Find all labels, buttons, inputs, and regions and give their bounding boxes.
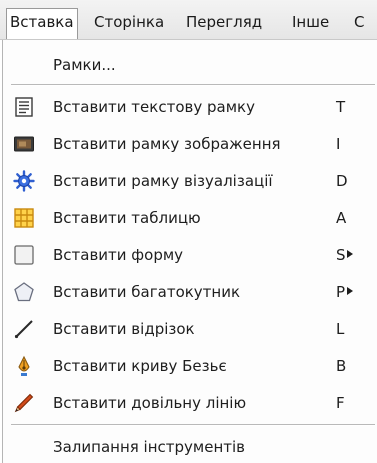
menu-bar: Вставка Сторінка Перегляд Інше С bbox=[0, 0, 377, 40]
render-frame-icon bbox=[13, 170, 35, 192]
submenu-arrow-icon bbox=[347, 250, 353, 258]
menu-item-label: Рамки... bbox=[53, 56, 116, 74]
menu-item-label: Вставити довільну лінію bbox=[53, 394, 247, 412]
menu-item-frames[interactable]: Рамки... bbox=[3, 48, 376, 82]
shortcut-key: A bbox=[336, 209, 347, 227]
menu-item-label: Вставити текстову рамку bbox=[53, 98, 255, 116]
shortcut-key: T bbox=[336, 98, 346, 116]
polygon-icon bbox=[13, 281, 35, 303]
menu-item-label: Вставити криву Безьє bbox=[53, 357, 227, 375]
table-icon bbox=[13, 207, 35, 229]
menu-item-insert-image-frame[interactable]: Вставити рамку зображення I bbox=[3, 127, 376, 161]
line-icon bbox=[13, 318, 35, 340]
menu-item-label: Вставити відрізок bbox=[53, 320, 195, 338]
menu-item-label: Вставити таблицю bbox=[53, 209, 201, 227]
menu-item-insert-table[interactable]: Вставити таблицю A bbox=[3, 201, 376, 235]
menu-item-sticky-tools[interactable]: Залипання інструментів bbox=[3, 430, 376, 463]
menu-item-insert-render-frame[interactable]: Вставити рамку візуалізації D bbox=[3, 164, 376, 198]
shape-icon bbox=[13, 244, 35, 266]
shortcut-key: P bbox=[336, 283, 346, 301]
shortcut-key: F bbox=[336, 394, 345, 412]
menu-truncated[interactable]: С bbox=[351, 9, 367, 37]
menu-other[interactable]: Інше bbox=[289, 9, 332, 37]
menu-item-label: Вставити рамку візуалізації bbox=[53, 172, 273, 190]
menu-item-insert-polygon[interactable]: Вставити багатокутник P bbox=[3, 275, 376, 309]
shortcut-key: L bbox=[336, 320, 345, 338]
pencil-icon bbox=[13, 392, 35, 414]
text-frame-icon bbox=[13, 96, 35, 118]
menu-item-label: Вставити форму bbox=[53, 246, 184, 264]
shortcut-key: I bbox=[336, 135, 341, 153]
menu-item-label: Вставити багатокутник bbox=[53, 283, 241, 301]
menu-item-label: Залипання інструментів bbox=[53, 438, 246, 456]
menu-view[interactable]: Перегляд bbox=[183, 9, 265, 37]
menu-item-insert-line[interactable]: Вставити відрізок L bbox=[3, 312, 376, 346]
image-frame-icon bbox=[13, 133, 35, 155]
shortcut-key: B bbox=[336, 357, 347, 375]
menu-item-insert-text-frame[interactable]: Вставити текстову рамку T bbox=[3, 90, 376, 124]
shortcut-key: S bbox=[336, 246, 346, 264]
menu-item-label: Вставити рамку зображення bbox=[53, 135, 281, 153]
menu-separator bbox=[11, 424, 375, 426]
bezier-pen-icon bbox=[13, 355, 35, 377]
menu-separator bbox=[11, 84, 375, 86]
menu-item-insert-bezier[interactable]: Вставити криву Безьє B bbox=[3, 349, 376, 383]
menu-item-insert-freehand[interactable]: Вставити довільну лінію F bbox=[3, 386, 376, 420]
shortcut-key: D bbox=[336, 172, 348, 190]
insert-dropdown-menu: Рамки... Вставити текстову рамку T Встав… bbox=[2, 40, 377, 463]
menu-page[interactable]: Сторінка bbox=[91, 9, 167, 37]
submenu-arrow-icon bbox=[347, 287, 353, 295]
menu-item-insert-shape[interactable]: Вставити форму S bbox=[3, 238, 376, 272]
menu-insert[interactable]: Вставка bbox=[6, 8, 78, 39]
